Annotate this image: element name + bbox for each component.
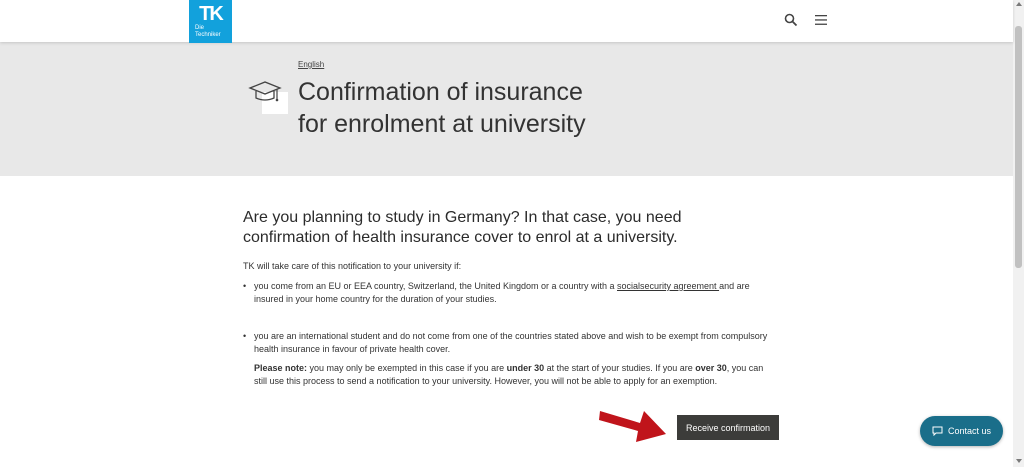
logo-sub-line2: Techniker	[195, 32, 221, 38]
graduation-cap-icon	[248, 81, 288, 114]
chat-icon	[932, 426, 943, 436]
scroll-down-arrow-icon[interactable]	[1016, 459, 1022, 463]
red-arrow-icon	[599, 411, 666, 442]
condition2-text: you are an international student and do …	[254, 331, 768, 354]
top-navigation: TK Die Techniker	[0, 0, 1013, 43]
scroll-up-arrow-icon[interactable]	[1016, 2, 1022, 6]
conditions-list: you come from an EU or EEA country, Swit…	[243, 280, 778, 356]
tk-logo[interactable]: TK Die Techniker	[189, 0, 232, 43]
social-security-agreement-link[interactable]: socialsecurity agreement	[617, 281, 719, 291]
condition1-text: you come from an EU or EEA country, Swit…	[254, 281, 618, 291]
note-under-30: under 30	[506, 363, 545, 373]
note-over-30: over 30	[695, 363, 727, 373]
note-part1: you may only be exempted in this case if…	[307, 363, 507, 373]
note-part2: at the start of your studies. If you are	[544, 363, 696, 373]
search-icon[interactable]	[784, 13, 798, 27]
logo-sub-line1: Die	[195, 25, 205, 31]
vertical-scrollbar[interactable]	[1013, 0, 1024, 467]
page-title: Confirmation of insurance for enrolment …	[298, 76, 698, 140]
note-text: Please note: you may only be exempted in…	[254, 362, 778, 388]
intro-text: TK will take care of this notification t…	[243, 261, 462, 271]
menu-icon[interactable]	[814, 14, 828, 26]
list-item: you come from an EU or EEA country, Swit…	[243, 280, 778, 306]
contact-us-button[interactable]: Contact us	[920, 416, 1003, 446]
logo-text: TK	[199, 3, 224, 25]
list-item: you are an international student and do …	[243, 330, 778, 356]
scrollbar-thumb[interactable]	[1015, 26, 1022, 268]
logo-subtitle: Die Techniker	[195, 25, 221, 39]
page-title-line2: for enrolment at university	[298, 110, 586, 138]
language-link-english[interactable]: English	[298, 60, 324, 69]
page-title-line1: Confirmation of insurance	[298, 78, 583, 106]
note-label: Please note:	[254, 363, 308, 373]
contact-us-label: Contact us	[947, 426, 992, 436]
receive-confirmation-button[interactable]: Receive confirmation	[677, 415, 779, 440]
lead-text: Are you planning to study in Germany? In…	[243, 209, 682, 246]
